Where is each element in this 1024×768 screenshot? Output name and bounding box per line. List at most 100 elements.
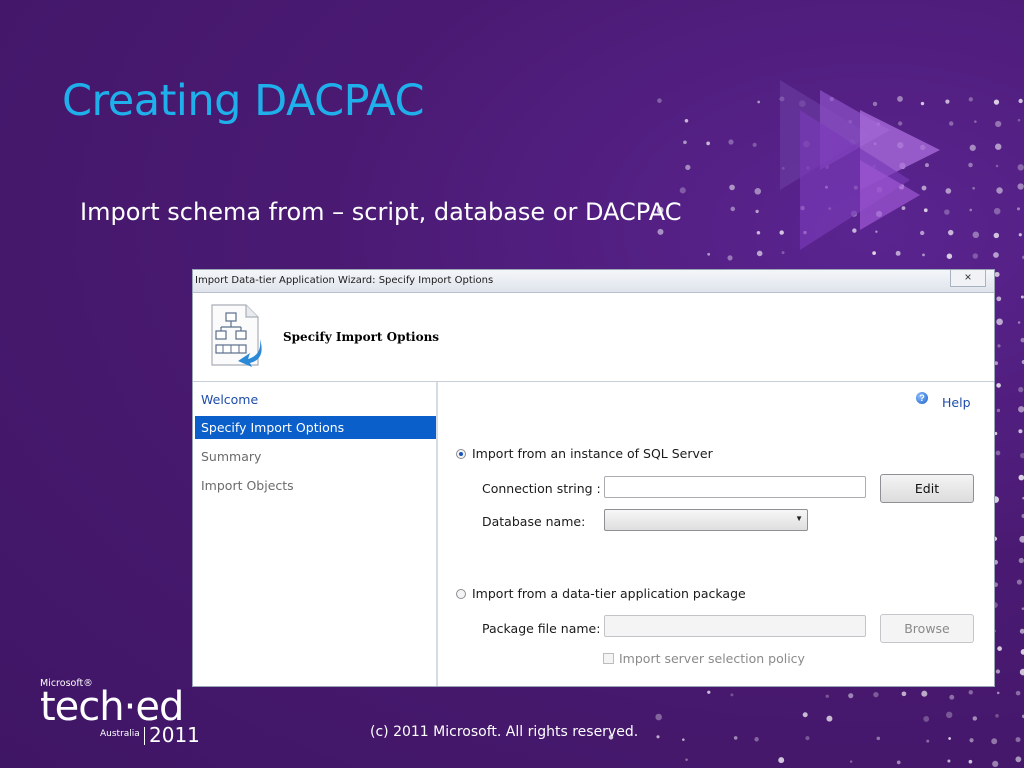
nav-item-import-objects: Import Objects: [201, 478, 294, 493]
decorative-dot: [682, 738, 685, 741]
decorative-dot: [993, 207, 1001, 215]
decorative-dot: [896, 760, 901, 765]
decorative-dot: [1018, 474, 1024, 481]
decorative-dot: [1018, 98, 1023, 104]
decorative-dot: [972, 253, 979, 259]
connection-string-label: Connection string :: [482, 481, 601, 496]
decorative-dot: [1017, 118, 1021, 122]
decorative-dot: [1019, 535, 1024, 543]
decorative-dot: [997, 344, 1001, 348]
decorative-dot: [849, 760, 853, 763]
decorative-dot: [993, 582, 998, 588]
decorative-dot: [972, 186, 976, 190]
decorative-dot: [993, 431, 998, 436]
decorative-dot: [972, 716, 978, 721]
nav-item-welcome[interactable]: Welcome: [195, 388, 436, 411]
decorative-dot: [805, 736, 810, 741]
decorative-dot: [1020, 452, 1024, 459]
connection-string-input[interactable]: [604, 476, 866, 498]
decorative-dot: [996, 187, 1003, 194]
package-file-name-label: Package file name:: [482, 621, 601, 636]
decorative-dot: [1018, 233, 1022, 237]
decorative-dot: [656, 735, 660, 739]
decorative-dot: [995, 450, 1001, 456]
radio-import-package[interactable]: [456, 589, 466, 599]
radio-import-sql-server[interactable]: [456, 449, 466, 459]
decorative-dot: [969, 208, 973, 212]
decorative-dot: [923, 716, 930, 722]
decorative-dot: [995, 714, 999, 718]
decorative-dot: [1015, 737, 1021, 743]
decorative-dot: [848, 693, 854, 699]
decorative-dot: [996, 296, 1002, 302]
decorative-dot: [657, 98, 662, 103]
decorative-dot: [995, 120, 1002, 128]
decorative-dot: [752, 142, 757, 147]
decorative-arrows-graphic: [780, 80, 940, 250]
slide-subtitle: Import schema from – script, database or…: [80, 198, 682, 226]
import-policy-label: Import server selection policy: [619, 651, 805, 666]
decorative-dot: [730, 206, 736, 212]
decorative-dot: [948, 737, 951, 740]
decorative-dot: [968, 97, 974, 102]
decorative-dot: [996, 691, 1000, 695]
decorative-dot: [1018, 406, 1024, 413]
edit-button[interactable]: Edit: [880, 474, 974, 503]
decorative-dot: [974, 120, 977, 123]
decorative-dot: [1017, 164, 1024, 171]
decorative-dot: [825, 694, 829, 698]
decorative-dot: [826, 715, 833, 722]
decorative-dot: [733, 736, 738, 740]
decorative-dot: [901, 691, 907, 697]
decorative-dot: [873, 691, 879, 698]
decorative-dot: [969, 144, 976, 151]
decorative-dot: [707, 690, 711, 694]
decorative-dot: [996, 383, 1001, 388]
radio-import-sql-server-label[interactable]: Import from an instance of SQL Server: [472, 446, 713, 461]
decorative-dot: [679, 187, 686, 194]
nav-item-specify-import-options[interactable]: Specify Import Options: [195, 416, 436, 439]
copyright-footer: (c) 2011 Microsoft. All rights reserved.: [370, 724, 639, 740]
decorative-dot: [1018, 557, 1024, 564]
decorative-dot: [876, 736, 881, 741]
decorative-dot: [994, 361, 999, 366]
radio-import-package-label[interactable]: Import from a data-tier application pack…: [472, 586, 746, 601]
decorative-dot: [996, 318, 1003, 326]
decorative-dot: [994, 271, 1000, 277]
decorative-dot: [997, 646, 1002, 651]
slide-title: Creating DACPAC: [62, 76, 425, 126]
decorative-dot: [968, 759, 973, 764]
decorative-dot: [993, 252, 999, 258]
wizard-content: ? Help Import from an instance of SQL Se…: [438, 382, 994, 686]
decorative-dot: [685, 164, 691, 170]
logo-year-text: 2011: [149, 723, 200, 747]
decorative-dot: [754, 737, 759, 742]
logo-separator: [144, 727, 145, 745]
decorative-dot: [968, 162, 973, 168]
browse-button: Browse: [880, 614, 974, 643]
decorative-dot: [684, 118, 689, 123]
decorative-dot: [1015, 690, 1021, 696]
decorative-dot: [1019, 628, 1024, 634]
database-name-select[interactable]: ▼: [604, 509, 808, 531]
wizard-nav: Welcome Specify Import Options Summary I…: [193, 382, 438, 686]
database-name-label: Database name:: [482, 514, 586, 529]
decorative-dot: [755, 209, 759, 214]
decorative-dot: [1015, 756, 1022, 763]
decorative-dot: [1018, 429, 1023, 434]
decorative-dot: [655, 713, 662, 721]
decorative-dot: [995, 164, 999, 168]
decorative-dot: [921, 690, 928, 697]
decorative-dot: [685, 758, 688, 761]
import-policy-checkbox: [603, 653, 614, 664]
decorative-dot: [945, 711, 953, 719]
close-button[interactable]: ×: [950, 270, 986, 287]
decorative-dot: [730, 693, 734, 697]
decorative-dot: [926, 739, 930, 743]
decorative-dot: [993, 99, 1000, 105]
decorative-dot: [728, 139, 734, 145]
decorative-dot: [996, 408, 1001, 413]
decorative-dot: [995, 143, 1002, 150]
decorative-dot: [993, 232, 1000, 239]
help-label[interactable]: Help: [942, 395, 971, 410]
